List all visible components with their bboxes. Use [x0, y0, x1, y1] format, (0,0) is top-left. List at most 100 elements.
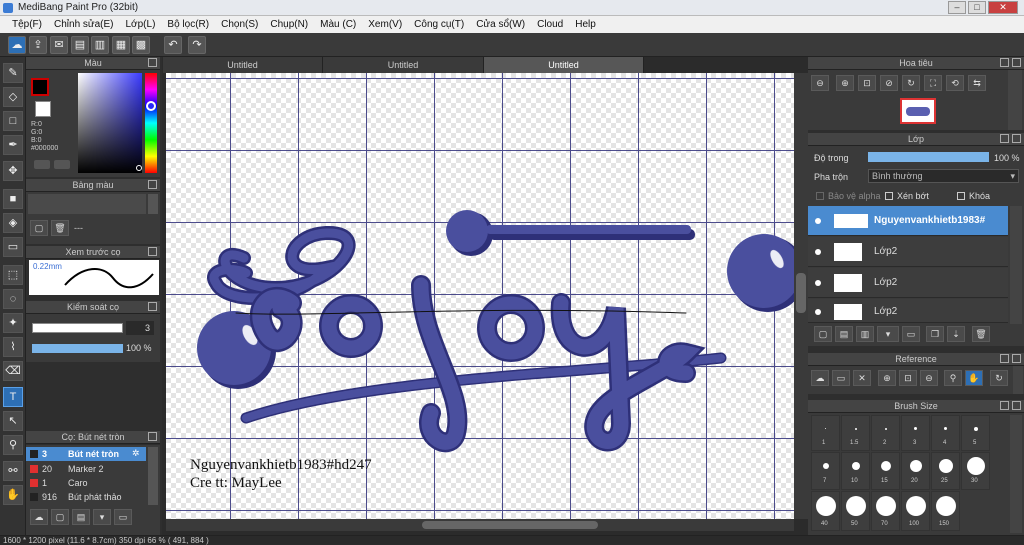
layer-menu-icon[interactable]: ▾ — [877, 326, 899, 342]
menu-view[interactable]: Xem(V) — [362, 19, 408, 30]
color-mode-icon[interactable] — [34, 160, 50, 169]
navigator-scrollbar[interactable] — [1008, 70, 1022, 130]
blend-mode-select[interactable]: Bình thường ▾ — [868, 169, 1019, 183]
page-icon[interactable]: ▤ — [71, 36, 89, 54]
rotate-icon[interactable]: ↻ — [902, 75, 920, 91]
layer-row[interactable]: Lớp2 — [808, 299, 1008, 323]
maximize-icon[interactable] — [1012, 354, 1021, 363]
maximize-icon[interactable] — [1012, 401, 1021, 410]
gear-icon[interactable]: ✲ — [132, 448, 140, 459]
copy-brush-icon[interactable]: ▤ — [72, 509, 90, 525]
eyedropper-icon[interactable]: ⚲ — [3, 435, 23, 455]
menu-edit[interactable]: Chỉnh sửa(E) — [48, 19, 120, 30]
visibility-icon[interactable] — [815, 309, 821, 315]
minimize-button[interactable]: ‒ — [948, 1, 966, 14]
gradient-tool-icon[interactable]: ▭ — [3, 237, 23, 257]
palette-scrollbar[interactable] — [148, 194, 158, 214]
maximize-icon[interactable] — [148, 180, 157, 189]
maximize-button[interactable]: □ — [968, 1, 986, 14]
layer-row[interactable]: Lớp2 — [808, 268, 1008, 298]
hue-cursor[interactable] — [146, 101, 156, 111]
menu-layer[interactable]: Lớp(L) — [120, 19, 162, 30]
select-rect-icon[interactable]: ⬚ — [3, 265, 23, 285]
delete-palette-icon[interactable]: 🗑 — [51, 220, 69, 236]
brush-item[interactable]: 3 Bút nét tròn ✲ — [26, 447, 146, 461]
zoom-reset-icon[interactable]: ⊘ — [880, 75, 898, 91]
merge-layer-icon[interactable]: ⇣ — [947, 326, 965, 342]
brush-size-cell[interactable]: 150 — [931, 491, 960, 531]
lock-checkbox[interactable] — [957, 192, 965, 200]
layer-row[interactable]: Lớp2 — [808, 237, 1008, 267]
brush-tool-icon[interactable]: ✎ — [3, 63, 23, 83]
brush-size-cell[interactable]: 30 — [961, 452, 990, 490]
brush-size-scrollbar[interactable] — [1010, 415, 1022, 533]
maximize-icon[interactable] — [148, 302, 157, 311]
hscroll-thumb[interactable] — [422, 521, 598, 529]
brush-item[interactable]: 1 Caro — [26, 476, 146, 490]
menu-select[interactable]: Chọn(S) — [215, 19, 264, 30]
add-palette-icon[interactable]: ▢ — [30, 220, 48, 236]
brush-size-cell[interactable]: 25 — [931, 452, 960, 490]
menu-window[interactable]: Cửa sổ(W) — [470, 19, 531, 30]
sv-cursor[interactable] — [136, 165, 142, 171]
float-icon[interactable] — [1000, 401, 1009, 410]
brush-size-cell[interactable]: 10 — [841, 452, 870, 490]
hand-icon[interactable]: ✋ — [965, 370, 983, 386]
brush-size-cell[interactable]: 20 — [901, 452, 930, 490]
rectangle-tool-icon[interactable]: □ — [3, 111, 23, 131]
brush-list-scrollbar[interactable] — [148, 447, 158, 505]
tab-untitled-3[interactable]: Untitled — [484, 57, 644, 73]
brush-size-cell[interactable]: 1.5 — [841, 415, 870, 451]
move-tool-icon[interactable]: ✥ — [3, 161, 23, 181]
cloud-reference-icon[interactable]: ☁ — [811, 370, 829, 386]
hue-slider[interactable] — [145, 73, 157, 173]
close-button[interactable]: ✕ — [988, 1, 1018, 14]
layer-scrollbar[interactable] — [1010, 206, 1022, 324]
redo-icon[interactable]: ↷ — [188, 36, 206, 54]
tab-untitled-2[interactable]: Untitled — [323, 57, 484, 73]
zoom-in-icon[interactable]: ⊕ — [836, 75, 854, 91]
float-icon[interactable] — [1000, 134, 1009, 143]
new-layer-icon[interactable]: ▢ — [814, 326, 832, 342]
fit-icon[interactable]: ⊡ — [858, 75, 876, 91]
float-icon[interactable] — [1000, 58, 1009, 67]
layer-opacity-slider[interactable] — [868, 152, 989, 162]
menu-cloud[interactable]: Cloud — [531, 19, 569, 30]
new-layer-8bit-icon[interactable]: ▥ — [856, 326, 874, 342]
maximize-icon[interactable] — [148, 432, 157, 441]
layer-folder-icon[interactable]: ▭ — [902, 326, 920, 342]
reference-scrollbar[interactable] — [1013, 366, 1023, 394]
menu-tools[interactable]: Công cụ(T) — [408, 19, 470, 30]
fit-icon[interactable]: ⊡ — [899, 370, 917, 386]
menu-help[interactable]: Help — [569, 19, 602, 30]
share-icon[interactable]: ⇪ — [29, 36, 47, 54]
brush-size-cell[interactable]: 50 — [841, 491, 870, 531]
saturation-value-picker[interactable] — [78, 73, 142, 173]
menu-file[interactable]: Tệp(F) — [6, 19, 48, 30]
brush-size-cell[interactable]: 5 — [961, 415, 990, 451]
tab-untitled-1[interactable]: Untitled — [163, 57, 323, 73]
folder-icon[interactable]: ▭ — [114, 509, 132, 525]
eyedropper2-icon[interactable]: ⚯ — [3, 461, 23, 481]
clipping-checkbox[interactable] — [885, 192, 893, 200]
visibility-icon[interactable] — [815, 218, 821, 224]
fill-rect-tool-icon[interactable]: ■ — [3, 189, 23, 209]
zoom-out-icon[interactable]: ⊖ — [920, 370, 938, 386]
flip-icon[interactable]: ⇆ — [968, 75, 986, 91]
brush-size-cell[interactable]: 3 — [901, 415, 930, 451]
brush-size-value[interactable]: 3 — [126, 321, 154, 335]
menu-filter[interactable]: Bộ lọc(R) — [161, 19, 215, 30]
brush-opacity-slider[interactable] — [32, 344, 123, 353]
brush-size-cell[interactable]: 2 — [871, 415, 900, 451]
new-brush-icon[interactable]: ▢ — [51, 509, 69, 525]
brush-menu-icon[interactable]: ▾ — [93, 509, 111, 525]
maximize-icon[interactable] — [1012, 134, 1021, 143]
maximize-icon[interactable] — [148, 58, 157, 67]
new-halftone-layer-icon[interactable]: ▤ — [835, 326, 853, 342]
comment-icon[interactable]: ✉ — [50, 36, 68, 54]
brush-size-cell[interactable]: 4 — [931, 415, 960, 451]
cloud-icon[interactable]: ☁ — [8, 36, 26, 54]
color-swap-icon[interactable] — [54, 160, 70, 169]
menu-snap[interactable]: Chụp(N) — [264, 19, 314, 30]
magic-wand-icon[interactable]: ✦ — [3, 313, 23, 333]
